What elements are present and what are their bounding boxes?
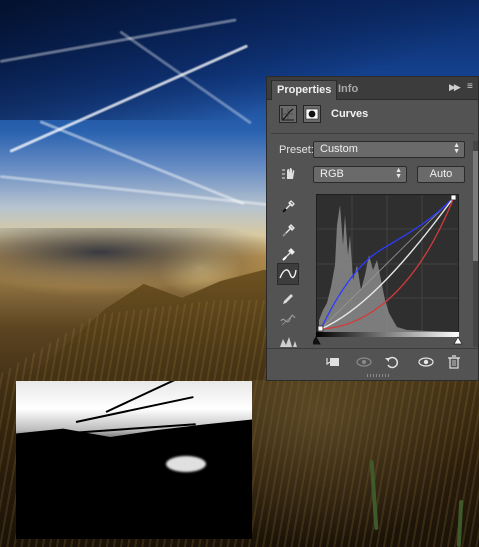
tab-info[interactable]: Info bbox=[333, 80, 363, 99]
mask-thumbnail bbox=[16, 381, 252, 539]
targeted-adjustment-hand-icon[interactable] bbox=[278, 164, 298, 184]
curves-adjustment-icon[interactable] bbox=[279, 105, 297, 123]
auto-button[interactable]: Auto bbox=[417, 166, 465, 183]
mask-highlight bbox=[166, 456, 206, 472]
input-sliders[interactable] bbox=[313, 336, 463, 346]
preset-value: Custom bbox=[320, 143, 358, 155]
panel-menu-icon[interactable]: ≡ bbox=[467, 81, 473, 92]
curve-point-tool-icon[interactable] bbox=[277, 263, 299, 285]
white-point-handle bbox=[450, 194, 457, 201]
panel-bottom-bar bbox=[267, 348, 478, 375]
panel-resize-grip[interactable] bbox=[367, 374, 389, 377]
panel-scrollbar[interactable] bbox=[473, 141, 478, 347]
mask-sky-area bbox=[16, 381, 252, 437]
channel-dropdown[interactable]: RGB ▲ ▼ bbox=[313, 166, 407, 183]
black-point-handle bbox=[317, 325, 324, 332]
channel-value: RGB bbox=[320, 168, 344, 180]
black-slider-icon bbox=[313, 336, 321, 345]
eyedropper-white-icon[interactable] bbox=[278, 245, 298, 265]
dropdown-arrows-icon: ▲ ▼ bbox=[395, 167, 402, 180]
foreground-light bbox=[250, 380, 479, 547]
reset-icon[interactable] bbox=[384, 355, 400, 369]
smooth-curve-icon[interactable] bbox=[278, 311, 298, 331]
eyedropper-black-icon[interactable] bbox=[278, 197, 298, 217]
clip-to-layer-icon[interactable] bbox=[325, 355, 341, 369]
adjustment-title: Curves bbox=[331, 108, 369, 120]
histogram bbox=[319, 205, 458, 333]
layer-mask-icon[interactable] bbox=[303, 105, 321, 123]
properties-panel: Properties Info ▶▶ ≡ Curves Preset: Cust… bbox=[266, 76, 479, 381]
contrail bbox=[0, 175, 269, 207]
preset-dropdown[interactable]: Custom ▲ ▼ bbox=[313, 141, 465, 158]
view-previous-state-icon[interactable] bbox=[355, 355, 372, 369]
visibility-icon[interactable] bbox=[417, 355, 434, 369]
tab-properties[interactable]: Properties bbox=[271, 80, 338, 100]
pencil-icon[interactable] bbox=[278, 289, 298, 309]
scrollbar-thumb[interactable] bbox=[473, 151, 478, 261]
curves-graph[interactable] bbox=[316, 194, 459, 334]
collapse-icon[interactable]: ▶▶ bbox=[449, 82, 461, 93]
dropdown-arrows-icon: ▲ ▼ bbox=[453, 142, 460, 155]
panel-tab-bar: Properties Info ▶▶ ≡ bbox=[267, 77, 478, 100]
preset-label: Preset: bbox=[279, 144, 314, 156]
eyedropper-gray-icon[interactable] bbox=[278, 221, 298, 241]
white-slider-icon bbox=[453, 336, 463, 345]
trash-icon[interactable] bbox=[446, 355, 462, 369]
header-divider bbox=[271, 133, 474, 134]
